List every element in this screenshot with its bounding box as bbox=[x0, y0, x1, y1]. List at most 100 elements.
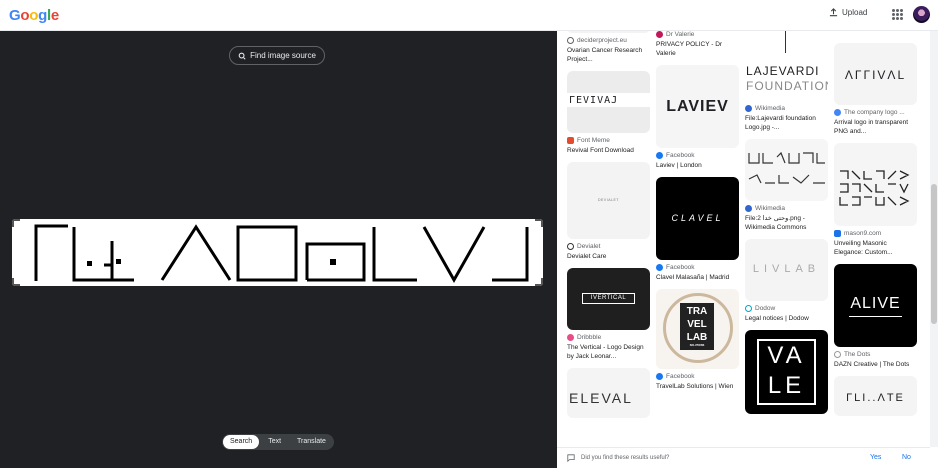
mason9-favicon-icon bbox=[834, 230, 841, 237]
result-title[interactable]: File:2 وحتی خدا.png - Wikimedia Commons bbox=[745, 214, 828, 232]
facebook-favicon-icon bbox=[656, 373, 663, 380]
facebook-favicon-icon bbox=[656, 152, 663, 159]
result-source: Dodow bbox=[745, 305, 828, 312]
arabic-script-logo-image bbox=[748, 151, 825, 184]
result-thumbnail[interactable]: IVERTICAL bbox=[567, 268, 650, 330]
result-source: Dr Valerie bbox=[656, 31, 739, 38]
dodow-favicon-icon bbox=[745, 305, 752, 312]
google-logo[interactable]: Google bbox=[9, 7, 59, 24]
wikimedia-favicon-icon bbox=[745, 105, 752, 112]
user-avatar[interactable] bbox=[913, 6, 930, 23]
lens-icon bbox=[238, 52, 246, 60]
result-thumbnail[interactable]: LIVLAB bbox=[745, 239, 828, 301]
thumbnail-logo-text: LAVIEV bbox=[666, 98, 729, 115]
result-source: deciderproject.eu bbox=[567, 37, 650, 44]
logo-letter: o bbox=[29, 7, 39, 24]
devialet-favicon-icon bbox=[567, 243, 574, 250]
result-thumbnail[interactable]: ELEVAL bbox=[567, 368, 650, 418]
thumbnail-logo-text: ΛΓΓIVΛL bbox=[844, 68, 907, 82]
result-title[interactable]: File:Lajevardi foundation Logo.jpg -... bbox=[745, 114, 828, 132]
result-source: Dribbble bbox=[567, 334, 650, 341]
result-title[interactable]: The Vertical - Logo Design by Jack Leona… bbox=[567, 343, 650, 361]
result-title[interactable]: Legal notices | Dodow bbox=[745, 314, 828, 323]
top-bar: Google Upload bbox=[0, 0, 938, 31]
dr-valerie-favicon-icon bbox=[656, 31, 663, 38]
results-column-2: Dr Valerie PRIVACY POLICY - Dr Valerie L… bbox=[656, 31, 739, 398]
masonic-cipher-logo-image bbox=[839, 170, 910, 206]
result-title[interactable]: Unveiling Masonic Elegance: Custom... bbox=[834, 239, 917, 257]
results-column-4: ΛΓΓIVΛL The company logo ... Arrival log… bbox=[834, 31, 917, 416]
result-thumbnail[interactable] bbox=[834, 31, 917, 41]
dribbble-favicon-icon bbox=[567, 334, 574, 341]
upload-icon bbox=[829, 8, 838, 17]
results-scrollbar[interactable] bbox=[930, 31, 938, 447]
thumbnail-logo-text: CLAVEL bbox=[671, 213, 724, 223]
find-image-source-button[interactable]: Find image source bbox=[229, 46, 325, 65]
result-source: The Dots bbox=[834, 351, 917, 358]
result-source: The company logo ... bbox=[834, 109, 917, 116]
result-thumbnail[interactable]: LAJEVARDI FOUNDATION bbox=[745, 31, 828, 101]
result-thumbnail[interactable]: LAVIEV bbox=[656, 65, 739, 148]
result-title[interactable]: Revival Font Download bbox=[567, 146, 650, 155]
mode-switcher: Search Text Translate bbox=[222, 434, 334, 450]
result-title[interactable]: DAZN Creative | The Dots bbox=[834, 360, 917, 369]
result-thumbnail[interactable]: TRA VEL LAB SOLUTIONS bbox=[656, 289, 739, 369]
result-title[interactable]: TravelLab Solutions | Wien bbox=[656, 382, 739, 391]
result-thumbnail[interactable]: ΓLI..ΛTE bbox=[834, 376, 917, 416]
thumbnail-logo-text: ΓEVIVAJ bbox=[569, 95, 619, 106]
result-source: Wikimedia bbox=[745, 205, 828, 212]
apps-grid-icon[interactable] bbox=[892, 9, 903, 20]
result-thumbnail[interactable]: ΓEVIVAJ bbox=[567, 71, 650, 133]
result-source: Facebook bbox=[656, 152, 739, 159]
result-title[interactable]: Ovarian Cancer Research Project... bbox=[567, 46, 650, 64]
result-title[interactable]: PRIVACY POLICY - Dr Valerie bbox=[656, 40, 739, 58]
result-title[interactable]: Arrival logo in transparent PNG and... bbox=[834, 118, 917, 136]
facebook-favicon-icon bbox=[656, 264, 663, 271]
thumbnail-logo-subtext: FOUNDATION bbox=[746, 79, 828, 93]
result-title[interactable]: Clavel Malasaña | Madrid bbox=[656, 273, 739, 282]
result-thumbnail[interactable]: DEVIALET bbox=[567, 162, 650, 239]
thumbnail-logo-text: ELEVAL bbox=[569, 390, 633, 406]
upload-button[interactable]: Upload bbox=[829, 8, 867, 17]
selected-image-crop[interactable] bbox=[12, 219, 543, 286]
result-source: Facebook bbox=[656, 264, 739, 271]
result-source: Devialet bbox=[567, 243, 650, 250]
result-thumbnail[interactable]: CLAVEL bbox=[656, 177, 739, 260]
result-thumbnail[interactable]: ΛΓΓIVΛL bbox=[834, 43, 917, 105]
find-image-source-label: Find image source bbox=[250, 51, 316, 60]
logo-letter: g bbox=[38, 7, 47, 24]
thumbnail-logo-text: ALIVE bbox=[850, 295, 901, 312]
results-column-1: deciderproject.eu Ovarian Cancer Researc… bbox=[567, 31, 650, 418]
thumbnail-logo-text: VA LE bbox=[757, 339, 816, 405]
feedback-bar: Did you find these results useful? Yes N… bbox=[557, 447, 930, 468]
result-source: Font Meme bbox=[567, 137, 650, 144]
site-favicon-icon bbox=[567, 37, 574, 44]
visual-matches-grid: deciderproject.eu Ovarian Cancer Researc… bbox=[557, 31, 930, 447]
tab-text[interactable]: Text bbox=[261, 435, 288, 449]
scrollbar-thumb[interactable] bbox=[931, 184, 937, 324]
feedback-yes-button[interactable]: Yes bbox=[870, 454, 881, 461]
result-thumbnail[interactable] bbox=[567, 31, 650, 33]
query-logo-image bbox=[34, 224, 529, 284]
result-source: Facebook bbox=[656, 373, 739, 380]
thumbnail-logo-text: TRA VEL LAB SOLUTIONS bbox=[680, 303, 714, 350]
upload-label: Upload bbox=[842, 8, 868, 17]
company-logo-favicon-icon bbox=[834, 109, 841, 116]
tab-translate[interactable]: Translate bbox=[290, 435, 333, 449]
the-dots-favicon-icon bbox=[834, 351, 841, 358]
result-thumbnail[interactable] bbox=[745, 139, 828, 201]
thumbnail-logo-text: ΓLI..ΛTE bbox=[846, 392, 905, 404]
result-thumbnail[interactable] bbox=[834, 143, 917, 226]
logo-letter: G bbox=[9, 7, 21, 24]
result-source: mason9.com bbox=[834, 230, 917, 237]
result-source: Wikimedia bbox=[745, 105, 828, 112]
feedback-no-button[interactable]: No bbox=[902, 454, 911, 461]
result-title[interactable]: Devialet Care bbox=[567, 252, 650, 261]
result-thumbnail[interactable]: ALIVE bbox=[834, 264, 917, 347]
result-title[interactable]: Laviev | London bbox=[656, 161, 739, 170]
result-thumbnail[interactable]: VA LE bbox=[745, 330, 828, 414]
thumbnail-logo-text: IVERTICAL bbox=[582, 293, 635, 304]
thumbnail-logo-text: DEVIALET bbox=[598, 198, 619, 202]
logo-letter: o bbox=[20, 7, 30, 24]
tab-search[interactable]: Search bbox=[223, 435, 260, 449]
